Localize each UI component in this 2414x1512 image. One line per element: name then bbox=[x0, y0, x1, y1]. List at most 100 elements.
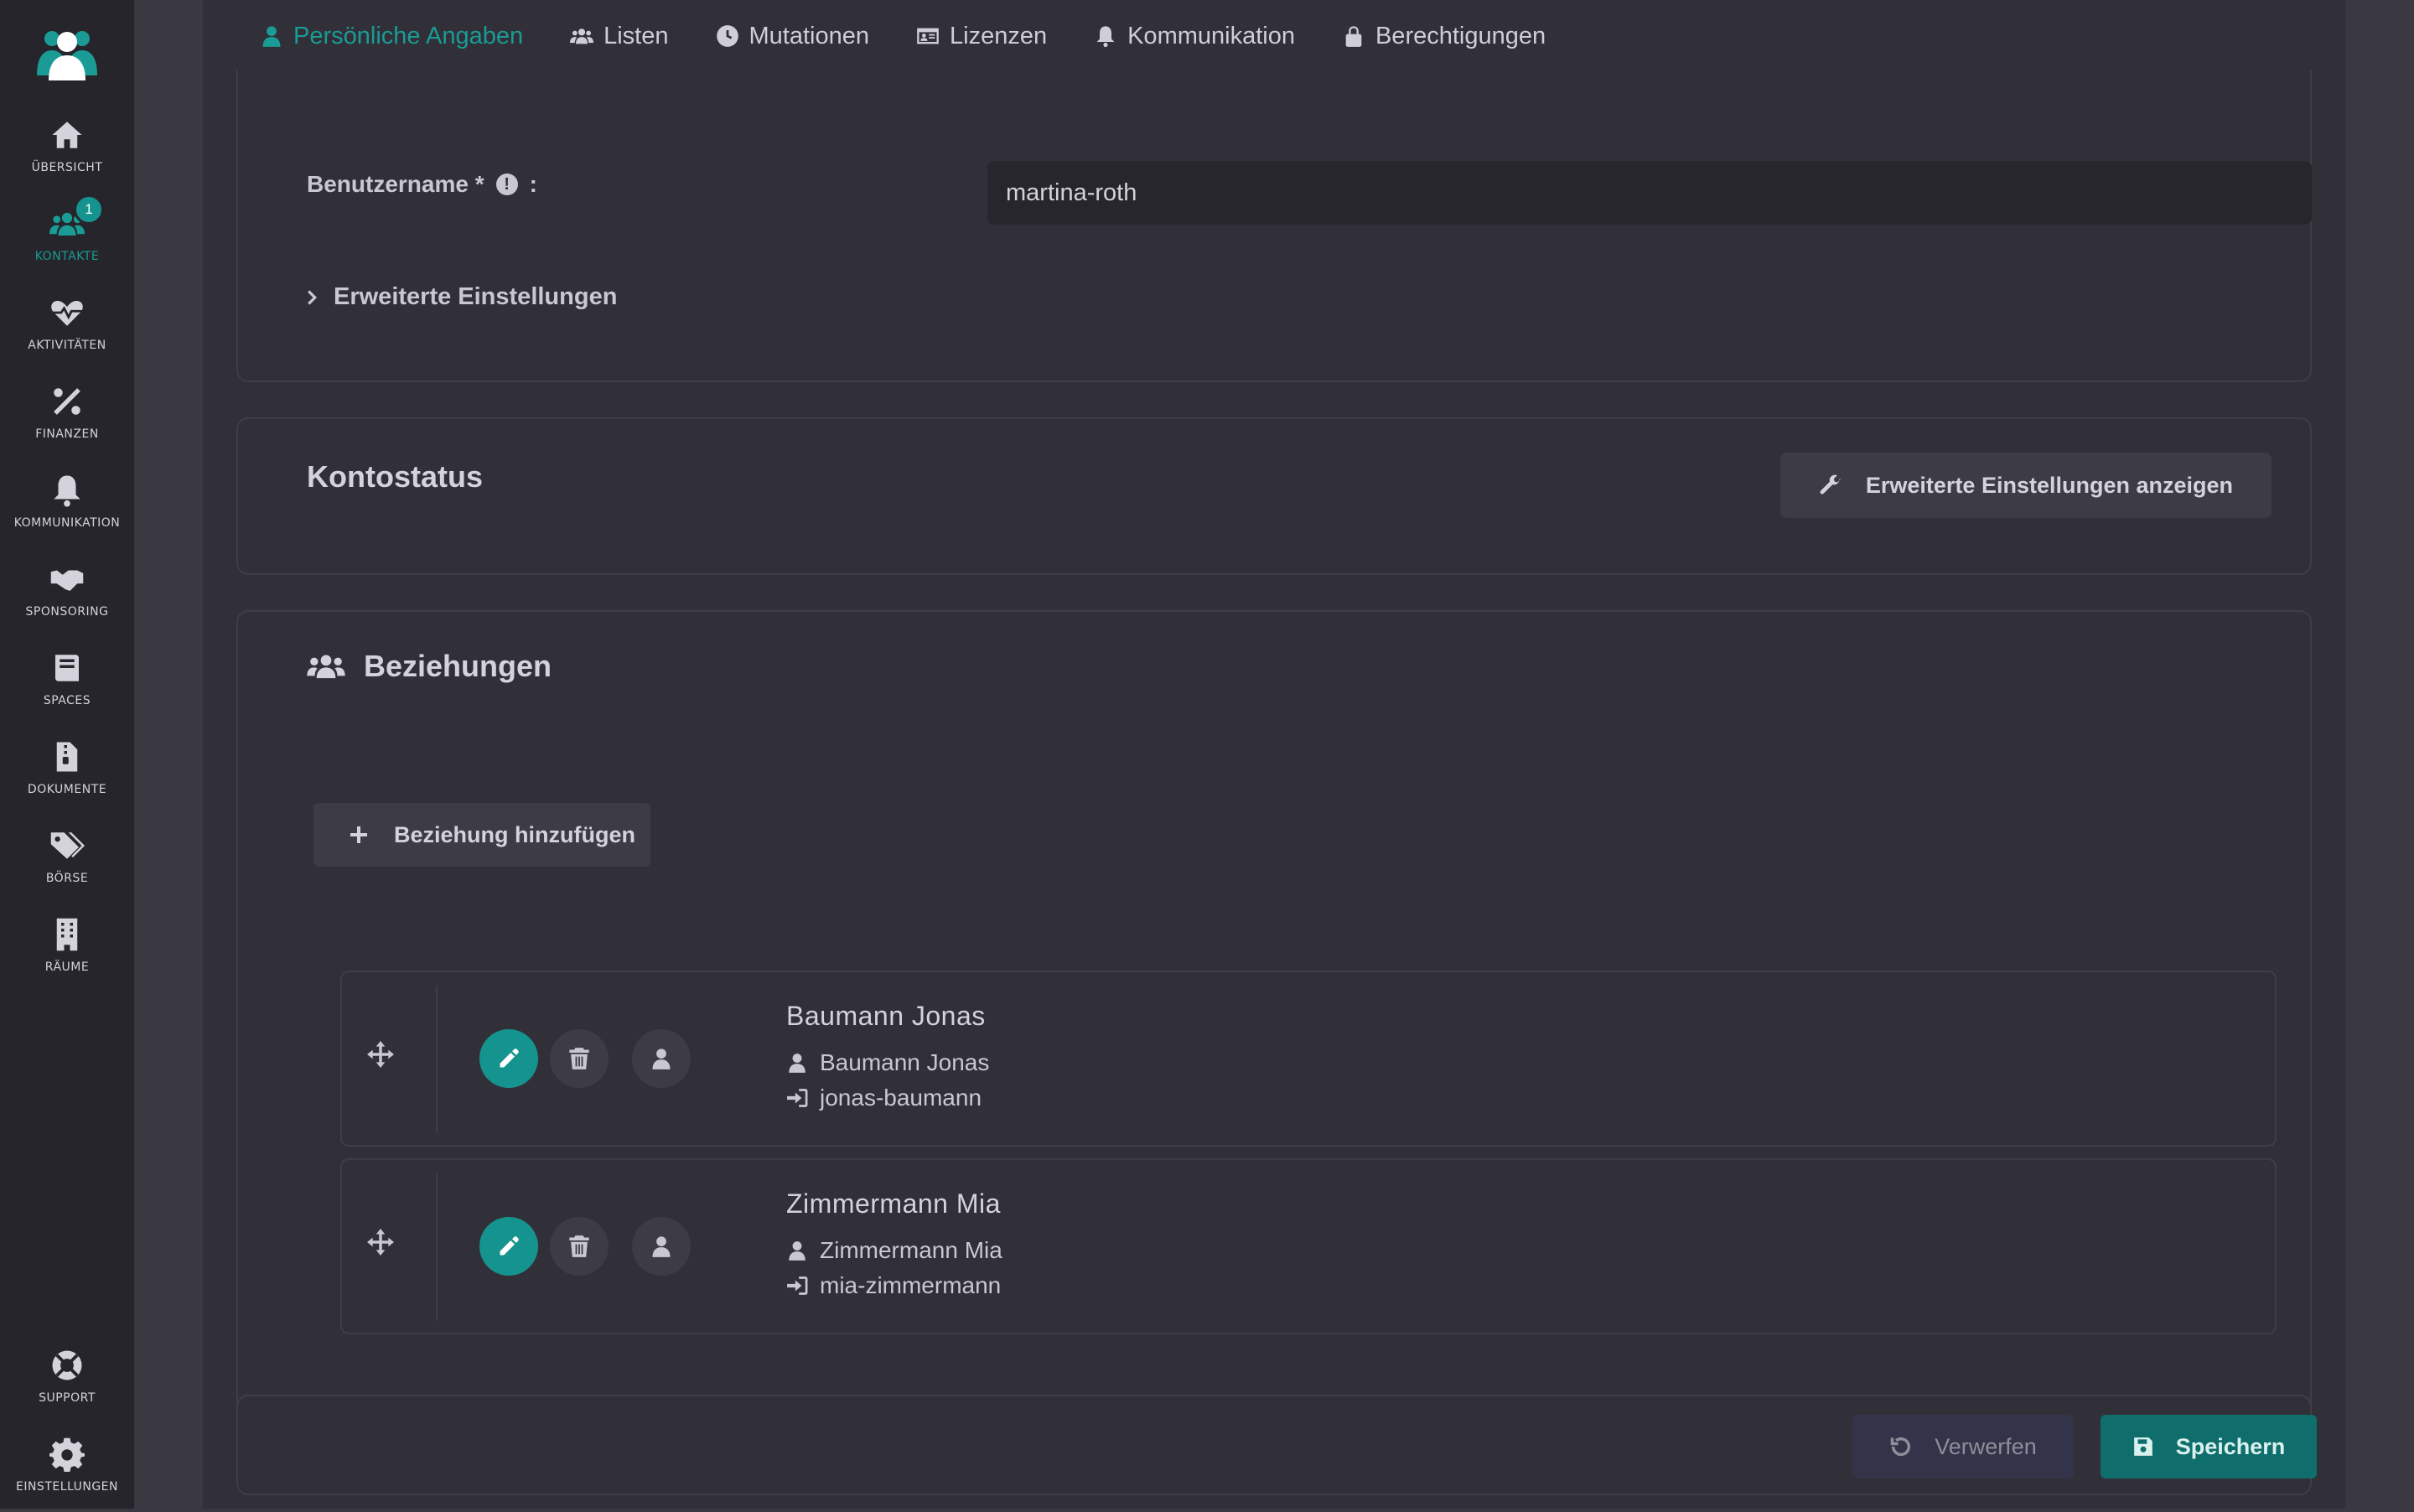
sidebar-item-einstellungen[interactable]: EINSTELLUNGEN bbox=[0, 1437, 134, 1512]
users-icon bbox=[307, 655, 345, 679]
relation-person-name: Zimmermann Mia bbox=[820, 1237, 1002, 1263]
sidebar-item-label: FINANZEN bbox=[35, 427, 99, 441]
drag-handle[interactable] bbox=[367, 1229, 401, 1262]
sidebar-item-dokumente[interactable]: DOKUMENTE bbox=[0, 739, 134, 815]
tab-mutationen[interactable]: Mutationen bbox=[692, 0, 894, 75]
tab-label: Berechtigungen bbox=[1375, 22, 1546, 49]
heartbeat-icon bbox=[51, 301, 83, 326]
lock-icon bbox=[1345, 26, 1362, 47]
relations-card: Beziehungen Beziehung hinzufügen Baumann… bbox=[236, 610, 2312, 1448]
tab-persoenliche-angaben[interactable]: Persönliche Angaben bbox=[236, 0, 547, 75]
action-bar: Verwerfen Speichern bbox=[236, 1395, 2317, 1495]
tab-bar: Persönliche Angaben Listen Mutationen Li… bbox=[236, 0, 1569, 75]
book-icon bbox=[55, 655, 79, 681]
sidebar-item-label: AKTIVITÄTEN bbox=[28, 339, 106, 352]
sidebar-item-uebersicht[interactable]: ÜBERSICHT bbox=[0, 117, 134, 193]
user-icon bbox=[789, 1054, 806, 1073]
row-separator bbox=[436, 1173, 438, 1321]
move-arrows-icon bbox=[367, 1041, 394, 1068]
user-icon bbox=[652, 1049, 671, 1069]
floppy-disk-icon bbox=[2133, 1437, 2152, 1456]
save-label: Speichern bbox=[2175, 1433, 2286, 1459]
sidebar-item-label: BÖRSE bbox=[45, 872, 89, 885]
sidebar-item-kommunikation[interactable]: KOMMUNIKATION bbox=[0, 473, 134, 548]
tab-label: Mutationen bbox=[749, 22, 870, 49]
sidebar-item-finanzen[interactable]: FINANZEN bbox=[0, 384, 134, 459]
tab-kommunikation[interactable]: Kommunikation bbox=[1070, 0, 1318, 75]
sidebar: ÜBERSICHT 1 KONTAKTE AKTIVITÄTEN FINANZE… bbox=[0, 0, 134, 1509]
percent-icon bbox=[54, 388, 80, 415]
personal-info-card: Benutzername * ! : Erweiterte Einstellun… bbox=[236, 70, 2312, 382]
plus-icon bbox=[350, 826, 367, 843]
sidebar-item-sponsoring[interactable]: SPONSORING bbox=[0, 562, 134, 637]
clock-icon bbox=[716, 25, 738, 47]
sidebar-item-raeume[interactable]: RÄUME bbox=[0, 917, 134, 992]
sidebar-item-boerse[interactable]: BÖRSE bbox=[0, 828, 134, 904]
row-separator bbox=[436, 986, 438, 1133]
view-profile-button[interactable] bbox=[632, 1217, 691, 1276]
relations-header: Beziehungen bbox=[307, 649, 552, 684]
building-icon bbox=[56, 918, 78, 951]
sidebar-item-spaces[interactable]: SPACES bbox=[0, 650, 134, 726]
tab-listen[interactable]: Listen bbox=[547, 0, 692, 75]
delete-button[interactable] bbox=[550, 1029, 609, 1088]
user-icon bbox=[262, 26, 281, 47]
relation-login-name: mia-zimmermann bbox=[820, 1272, 1002, 1298]
username-label-text: Benutzername * bbox=[307, 171, 484, 197]
user-icon bbox=[652, 1236, 671, 1257]
move-arrows-icon bbox=[367, 1229, 394, 1256]
file-zip-icon bbox=[56, 742, 78, 772]
app-logo[interactable] bbox=[34, 27, 101, 82]
tags-icon bbox=[50, 832, 85, 859]
discard-button[interactable]: Verwerfen bbox=[1852, 1415, 2074, 1478]
sidebar-item-label: ÜBERSICHT bbox=[31, 161, 103, 174]
relation-name: Zimmermann Mia bbox=[786, 1188, 1001, 1219]
advanced-settings-label: Erweiterte Einstellungen bbox=[334, 283, 618, 310]
add-relation-button[interactable]: Beziehung hinzufügen bbox=[313, 803, 650, 867]
home-icon bbox=[52, 122, 82, 148]
pencil-icon bbox=[500, 1236, 519, 1256]
show-advanced-settings-label: Erweiterte Einstellungen anzeigen bbox=[1865, 472, 2233, 498]
info-icon[interactable]: ! bbox=[495, 173, 518, 195]
tab-label: Listen bbox=[604, 22, 669, 49]
account-status-card: Kontostatus Erweiterte Einstellungen anz… bbox=[236, 417, 2312, 575]
tab-label: Persönliche Angaben bbox=[293, 22, 524, 49]
undo-icon bbox=[1890, 1437, 1911, 1457]
sidebar-item-aktivitaeten[interactable]: AKTIVITÄTEN bbox=[0, 295, 134, 370]
relation-login: jonas-baumann bbox=[786, 1085, 982, 1111]
trash-icon bbox=[569, 1235, 589, 1257]
delete-button[interactable] bbox=[550, 1217, 609, 1276]
tab-lizenzen[interactable]: Lizenzen bbox=[893, 0, 1070, 75]
save-button[interactable]: Speichern bbox=[2101, 1415, 2317, 1478]
sidebar-item-label: RÄUME bbox=[44, 961, 90, 974]
relation-login: mia-zimmermann bbox=[786, 1272, 1001, 1299]
bell-icon bbox=[1096, 26, 1115, 48]
edit-button[interactable] bbox=[479, 1217, 538, 1276]
sidebar-item-label: EINSTELLUNGEN bbox=[15, 1480, 119, 1494]
view-profile-button[interactable] bbox=[632, 1029, 691, 1088]
add-relation-label: Beziehung hinzufügen bbox=[394, 821, 635, 847]
username-input[interactable] bbox=[987, 161, 2312, 225]
sidebar-item-kontakte[interactable]: 1 KONTAKTE bbox=[0, 194, 134, 282]
sidebar-item-label: KONTAKTE bbox=[34, 250, 100, 263]
relation-row: Zimmermann Mia Zimmermann Mia mia-zimmer… bbox=[340, 1158, 2277, 1334]
users-icon bbox=[570, 28, 594, 44]
user-icon bbox=[789, 1241, 806, 1261]
show-advanced-settings-button[interactable]: Erweiterte Einstellungen anzeigen bbox=[1779, 453, 2272, 518]
life-ring-icon bbox=[52, 1350, 82, 1380]
drag-handle[interactable] bbox=[367, 1041, 401, 1074]
tab-label: Lizenzen bbox=[950, 22, 1048, 49]
tab-berechtigungen[interactable]: Berechtigungen bbox=[1318, 0, 1569, 75]
notification-badge: 1 bbox=[74, 194, 104, 225]
sidebar-item-label: DOKUMENTE bbox=[27, 783, 107, 796]
sidebar-item-support[interactable]: SUPPORT bbox=[0, 1348, 134, 1423]
advanced-settings-toggle[interactable]: Erweiterte Einstellungen bbox=[305, 283, 617, 311]
tab-label: Kommunikation bbox=[1127, 22, 1295, 49]
relation-row: Baumann Jonas Baumann Jonas jonas-bauman… bbox=[340, 971, 2277, 1147]
relation-person: Baumann Jonas bbox=[786, 1049, 989, 1076]
sidebar-item-label: SPACES bbox=[43, 694, 91, 707]
bell-icon bbox=[54, 475, 80, 507]
discard-label: Verwerfen bbox=[1935, 1433, 2037, 1459]
edit-button[interactable] bbox=[479, 1029, 538, 1088]
sign-in-icon bbox=[787, 1276, 808, 1295]
